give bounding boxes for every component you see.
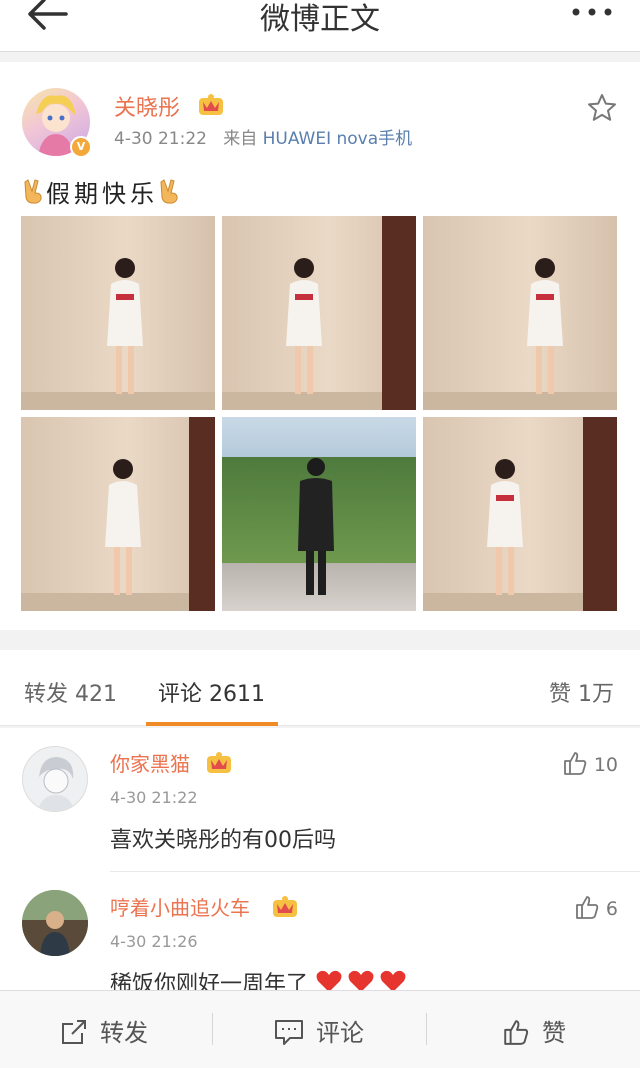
comment-like-button[interactable]: 6 — [574, 894, 618, 922]
photo-figure — [286, 258, 322, 394]
post-meta: 4-30 21:22 来自 HUAWEI nova手机 — [114, 124, 412, 149]
source-prefix: 来自 — [223, 129, 258, 149]
interaction-tabs: 转发 421 评论 2611 赞 1万 — [0, 650, 640, 726]
comment-text: 喜欢关晓彤的有00后吗 — [110, 828, 336, 853]
comment-icon — [275, 1020, 303, 1045]
post-card: V 关晓彤 4-30 21:22 来自 HUAWEI nova手机 假期快乐 — [0, 62, 640, 630]
commenter-avatar[interactable] — [22, 890, 88, 956]
photo-grid — [21, 216, 617, 612]
share-icon — [62, 1020, 86, 1044]
post-time: 4-30 21:22 — [114, 129, 207, 149]
page-title: 微博正文 — [260, 2, 380, 37]
photo-1[interactable] — [21, 216, 215, 410]
photo-figure — [527, 258, 563, 394]
thumbs-up-icon — [576, 896, 599, 919]
comment-time: 4-30 21:26 — [110, 932, 198, 951]
photo-figure — [298, 458, 334, 595]
comment-like-count: 6 — [605, 898, 618, 920]
comment-like-count: 10 — [593, 754, 618, 776]
comment-button[interactable]: 评论 — [274, 1013, 364, 1049]
tab-like[interactable]: 赞 1万 — [549, 676, 614, 708]
photo-2[interactable] — [222, 216, 416, 410]
avatar-illustration-icon — [37, 757, 75, 811]
more-options-icon[interactable] — [570, 0, 614, 24]
comment-like-button[interactable]: 10 — [562, 750, 618, 778]
comment-item[interactable]: 你家黑猫 4-30 21:22 喜欢关晓彤的有00后吗 10 — [0, 728, 640, 872]
comment-list: 你家黑猫 4-30 21:22 喜欢关晓彤的有00后吗 10 哼着小曲追火车 4… — [0, 728, 640, 990]
bottom-bar-separator — [212, 1013, 213, 1045]
comment-time: 4-30 21:22 — [110, 788, 198, 807]
source-link[interactable]: HUAWEI nova手机 — [263, 129, 413, 149]
thumbs-up-icon — [563, 752, 587, 775]
vip-crown-icon — [207, 752, 231, 773]
photo-figure — [105, 459, 141, 595]
photo-figure — [487, 459, 523, 595]
like-label: 赞 — [542, 1019, 566, 1047]
photo-4[interactable] — [21, 417, 215, 611]
tab-comment[interactable]: 评论 2611 — [158, 676, 265, 708]
like-button[interactable]: 赞 — [502, 1013, 566, 1049]
tab-repost[interactable]: 转发 421 — [24, 676, 117, 708]
victory-hand-icon — [24, 179, 42, 204]
photo-figure — [107, 258, 143, 394]
vip-crown-icon — [273, 896, 297, 917]
post-text: 假期快乐 — [22, 174, 182, 209]
commenter-avatar[interactable] — [22, 746, 88, 812]
photo-5[interactable] — [222, 417, 416, 611]
active-tab-indicator — [146, 722, 278, 726]
comment-text-content: 稀饭你刚好一周年了 — [110, 972, 309, 990]
repost-button[interactable]: 转发 — [60, 1013, 148, 1049]
photo-6[interactable] — [423, 417, 617, 611]
victory-hand-icon — [160, 179, 178, 204]
comment-label: 评论 — [316, 1019, 364, 1047]
top-bar: 微博正文 — [0, 0, 640, 52]
avatar-photo-icon — [22, 890, 88, 956]
commenter-name[interactable]: 哼着小曲追火车 — [110, 892, 250, 921]
comment-text: 稀饭你刚好一周年了 — [110, 966, 411, 990]
verified-badge-icon: V — [70, 136, 92, 158]
photo-3[interactable] — [423, 216, 617, 410]
bottom-action-bar: 转发 评论 赞 — [0, 990, 640, 1068]
commenter-name[interactable]: 你家黑猫 — [110, 748, 190, 777]
thumbs-up-icon — [504, 1020, 529, 1045]
red-heart-icon — [316, 970, 406, 990]
author-name[interactable]: 关晓彤 — [114, 90, 180, 122]
comment-item[interactable]: 哼着小曲追火车 4-30 21:26 稀饭你刚好一周年了 6 — [0, 872, 640, 990]
repost-label: 转发 — [100, 1019, 148, 1047]
vip-crown-icon — [199, 94, 223, 115]
bottom-bar-separator — [426, 1013, 427, 1045]
favorite-star-icon[interactable] — [586, 92, 618, 124]
post-text-content: 假期快乐 — [46, 180, 158, 208]
